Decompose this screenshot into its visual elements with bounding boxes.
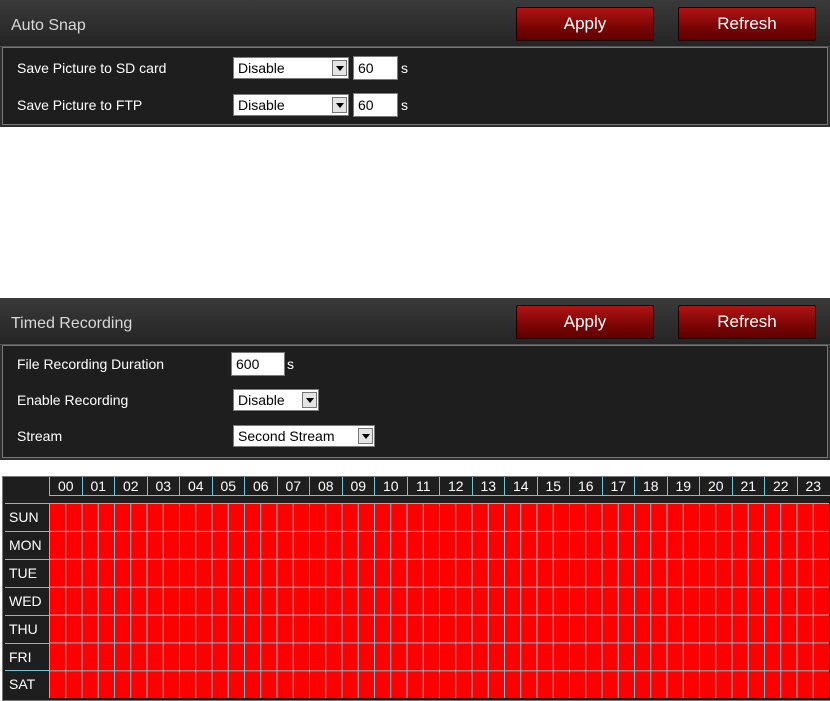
auto-snap-refresh-button[interactable]: Refresh [678, 7, 816, 41]
hour-label[interactable]: 15 [536, 477, 570, 495]
hour-label[interactable]: 07 [276, 477, 310, 495]
sd-card-label: Save Picture to SD card [17, 60, 167, 76]
day-label[interactable]: MON [5, 531, 49, 559]
stream-label: Stream [17, 428, 63, 444]
ftp-row: Save Picture to FTP Disable 60 s [3, 93, 827, 117]
sd-card-row: Save Picture to SD card Disable 60 s [3, 56, 827, 80]
duration-label: File Recording Duration [17, 356, 165, 372]
hour-label[interactable]: 16 [569, 477, 602, 495]
day-divider [5, 670, 49, 672]
timed-recording-apply-button[interactable]: Apply [516, 305, 654, 339]
hour-label[interactable]: 01 [81, 477, 115, 495]
timed-recording-panel: Timed Recording Apply Refresh File Recor… [0, 298, 830, 460]
hour-label[interactable]: 04 [179, 477, 212, 495]
duration-input[interactable]: 600 [231, 352, 285, 376]
auto-snap-apply-button[interactable]: Apply [516, 7, 654, 41]
hour-label[interactable]: 12 [439, 477, 472, 495]
hour-label[interactable]: 19 [666, 477, 700, 495]
day-divider [5, 614, 49, 616]
ftp-interval-input[interactable]: 60 [353, 93, 398, 117]
auto-snap-body: Save Picture to SD card Disable 60 s Sav… [2, 47, 828, 125]
sd-card-select[interactable]: Disable [233, 57, 349, 79]
day-label[interactable]: FRI [5, 643, 49, 671]
day-label[interactable]: SAT [5, 670, 49, 698]
hour-label[interactable]: 13 [471, 477, 505, 495]
chevron-down-icon[interactable] [332, 97, 347, 113]
day-divider [5, 530, 49, 532]
enable-recording-value: Disable [238, 392, 285, 408]
timed-recording-refresh-button[interactable]: Refresh [678, 305, 816, 339]
hour-label[interactable]: 20 [699, 477, 732, 495]
ftp-label: Save Picture to FTP [17, 97, 143, 113]
day-label[interactable]: TUE [5, 559, 49, 587]
hour-label[interactable]: 06 [244, 477, 277, 495]
hour-label[interactable]: 23 [796, 477, 830, 495]
duration-row: File Recording Duration 600 s [3, 352, 827, 376]
hour-label[interactable]: 21 [731, 477, 765, 495]
timed-recording-header: Timed Recording Apply Refresh [0, 298, 830, 345]
hour-label[interactable]: 22 [764, 477, 797, 495]
day-label[interactable]: WED [5, 587, 49, 615]
recording-schedule-grid: 00 01 02 03 04 05 06 07 08 09 10 11 12 13 14 15 16 17 18 19… [2, 476, 830, 701]
day-divider [5, 503, 49, 504]
day-label[interactable]: THU [5, 615, 49, 643]
hour-label[interactable]: 02 [114, 477, 147, 495]
enable-recording-select[interactable]: Disable [233, 389, 319, 411]
stream-select[interactable]: Second Stream [233, 425, 375, 447]
ftp-select[interactable]: Disable [233, 94, 349, 116]
timed-recording-body: File Recording Duration 600 s Enable Rec… [2, 345, 828, 458]
hour-label[interactable]: 09 [341, 477, 375, 495]
day-label[interactable]: SUN [5, 503, 49, 531]
hour-label[interactable]: 17 [601, 477, 635, 495]
hour-label[interactable]: 05 [211, 477, 245, 495]
sd-card-unit: s [401, 60, 408, 76]
sd-card-interval-input[interactable]: 60 [353, 56, 398, 80]
hour-label[interactable]: 08 [309, 477, 342, 495]
day-divider [5, 642, 49, 644]
day-divider [5, 586, 49, 588]
duration-unit: s [287, 356, 294, 372]
auto-snap-panel: Auto Snap Apply Refresh Save Picture to … [0, 0, 830, 127]
chevron-down-icon[interactable] [302, 392, 317, 408]
hour-label[interactable]: 14 [504, 477, 537, 495]
auto-snap-header: Auto Snap Apply Refresh [0, 0, 830, 47]
stream-row: Stream Second Stream [3, 424, 827, 448]
enable-recording-label: Enable Recording [17, 392, 129, 408]
hour-label[interactable]: 10 [374, 477, 407, 495]
schedule-cells[interactable] [49, 503, 829, 698]
hour-label[interactable]: 11 [406, 477, 440, 495]
ftp-unit: s [401, 97, 408, 113]
hour-label[interactable]: 00 [49, 477, 82, 495]
hour-label[interactable]: 18 [634, 477, 667, 495]
enable-recording-row: Enable Recording Disable [3, 388, 827, 412]
sd-card-select-value: Disable [238, 60, 285, 76]
day-divider [5, 558, 49, 560]
timed-recording-title: Timed Recording [11, 315, 133, 332]
hour-label[interactable]: 03 [146, 477, 180, 495]
auto-snap-title: Auto Snap [11, 17, 86, 34]
chevron-down-icon[interactable] [332, 60, 347, 76]
ftp-select-value: Disable [238, 97, 285, 113]
chevron-down-icon[interactable] [358, 428, 373, 444]
stream-value: Second Stream [238, 428, 335, 444]
